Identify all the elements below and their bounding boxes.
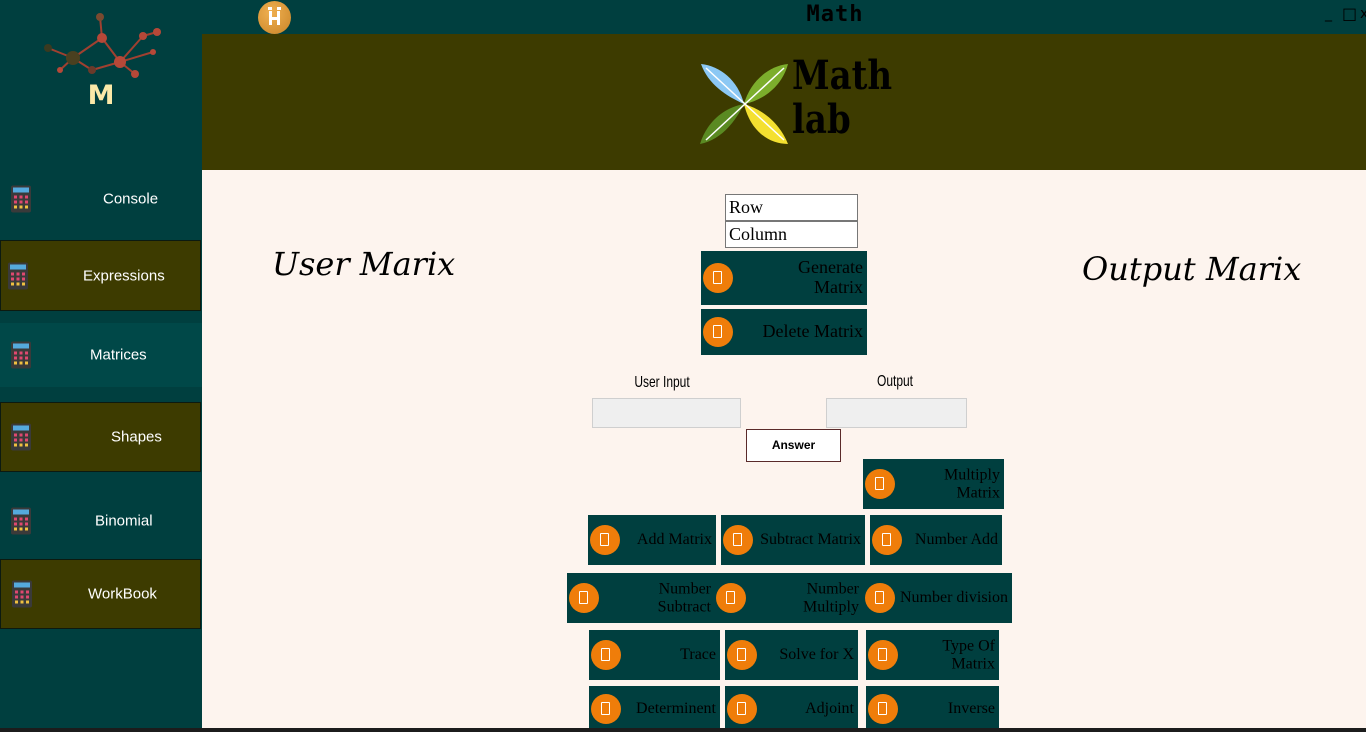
calculator-icon [727, 694, 757, 724]
calculator-icon [716, 583, 746, 613]
button-label: Number division [900, 589, 1008, 607]
calculator-icon [723, 525, 753, 555]
button-label-line2: Matrix [814, 277, 863, 297]
calculator-icon [11, 341, 31, 369]
logo-text-math: Math [792, 52, 893, 99]
sidebar-item-label: Matrices [90, 346, 147, 364]
calculator-icon [8, 262, 28, 289]
calculator-icon [865, 469, 895, 499]
sidebar-item-label: Shapes [111, 428, 162, 446]
trace-button[interactable]: Trace [589, 630, 720, 680]
horizontal-scrollbar[interactable] [0, 728, 1366, 732]
output-label: Output [876, 373, 914, 390]
adjoint-button[interactable]: Adjoint [725, 686, 858, 732]
calculator-icon [872, 525, 902, 555]
calculator-icon [591, 694, 621, 724]
number-division-button[interactable]: Number division [863, 573, 1012, 623]
calculator-icon [727, 640, 757, 670]
user-matrix-heading: User Marix [272, 245, 456, 283]
calculator-icon [591, 640, 621, 670]
button-label: Add Matrix [636, 531, 712, 549]
inverse-button[interactable]: Inverse [866, 686, 999, 732]
determinant-button[interactable]: Determinent [589, 686, 720, 732]
output-matrix-heading: Output Marix [1082, 250, 1302, 288]
type-of-matrix-button[interactable]: Type Of Matrix [866, 630, 999, 680]
subtract-matrix-button[interactable]: Subtract Matrix [721, 515, 865, 565]
delete-matrix-button[interactable]: Delete Matrix [701, 309, 867, 355]
sidebar-item-label: WorkBook [88, 585, 157, 603]
sidebar-item-console[interactable]: Console [0, 164, 199, 234]
logo-text-lab: lab [792, 96, 851, 143]
number-multiply-button[interactable]: Number Multiply [714, 573, 863, 623]
sidebar-item-workbook[interactable]: WorkBook [0, 559, 201, 629]
sidebar-item-expressions[interactable]: Expressions [0, 240, 201, 311]
minimize-button[interactable]: _ [1325, 6, 1332, 22]
button-label-line1: Type Of [942, 637, 995, 655]
output-field[interactable] [826, 398, 967, 428]
answer-button[interactable]: Answer [746, 429, 841, 462]
calculator-icon [569, 583, 599, 613]
button-label: Adjoint [805, 700, 854, 718]
calculator-icon [703, 263, 733, 293]
button-label-line2: Multiply [802, 598, 859, 615]
sidebar-item-binomial[interactable]: Binomial [0, 488, 199, 554]
calculator-icon [11, 185, 31, 213]
button-label: Solve for X [779, 646, 854, 664]
calculator-icon [12, 580, 32, 608]
leaf-logo-icon [700, 64, 788, 144]
button-label-line2: Subtract [657, 598, 711, 615]
calculator-icon [868, 640, 898, 670]
calculator-icon [590, 525, 620, 555]
logo-letter: M [87, 80, 115, 111]
generate-matrix-button[interactable]: Generate Matrix [701, 251, 867, 305]
button-label: Number Add [914, 531, 998, 549]
sidebar-item-matrices[interactable]: Matrices [0, 323, 202, 387]
button-label-line1: Number [658, 580, 711, 598]
calculator-icon [11, 423, 31, 451]
calculator-icon [11, 507, 31, 535]
add-matrix-button[interactable]: Add Matrix [588, 515, 716, 565]
user-input-label: User Input [634, 374, 690, 391]
window-title: Math [806, 2, 864, 27]
button-label: Trace [680, 646, 716, 664]
row-input[interactable]: Row [725, 194, 858, 221]
solve-for-x-button[interactable]: Solve for X [725, 630, 858, 680]
number-add-button[interactable]: Number Add [870, 515, 1002, 565]
sidebar-item-label: Expressions [83, 267, 165, 284]
multiply-matrix-button[interactable]: Multiply Matrix [863, 459, 1004, 509]
button-label-line1: Generate [798, 257, 863, 278]
sidebar: M Console Expressions Matrices Shapes Bi… [0, 0, 202, 732]
close-button[interactable]: x [1360, 6, 1366, 22]
sidebar-item-label: Console [103, 190, 159, 208]
button-label-line1: Multiply [943, 466, 1000, 484]
button-label: Inverse [947, 700, 995, 718]
number-subtract-button[interactable]: Number Subtract [567, 573, 715, 623]
button-label-line1: Number [806, 580, 859, 598]
button-label-line2: Matrix [951, 655, 995, 672]
maximize-button[interactable]: □ [1342, 4, 1357, 23]
calculator-icon [703, 317, 733, 347]
button-label: Determinent [636, 700, 716, 718]
button-label-line2: Matrix [956, 484, 1000, 501]
calculator-icon [868, 694, 898, 724]
button-label: Subtract Matrix [760, 531, 861, 549]
app-icon [258, 1, 291, 34]
calculator-icon [865, 583, 895, 613]
column-input[interactable]: Column [725, 221, 858, 248]
user-input-field[interactable] [592, 398, 741, 428]
button-label: Delete Matrix [762, 321, 863, 342]
sidebar-item-shapes[interactable]: Shapes [0, 402, 201, 472]
sidebar-item-label: Binomial [95, 512, 153, 530]
